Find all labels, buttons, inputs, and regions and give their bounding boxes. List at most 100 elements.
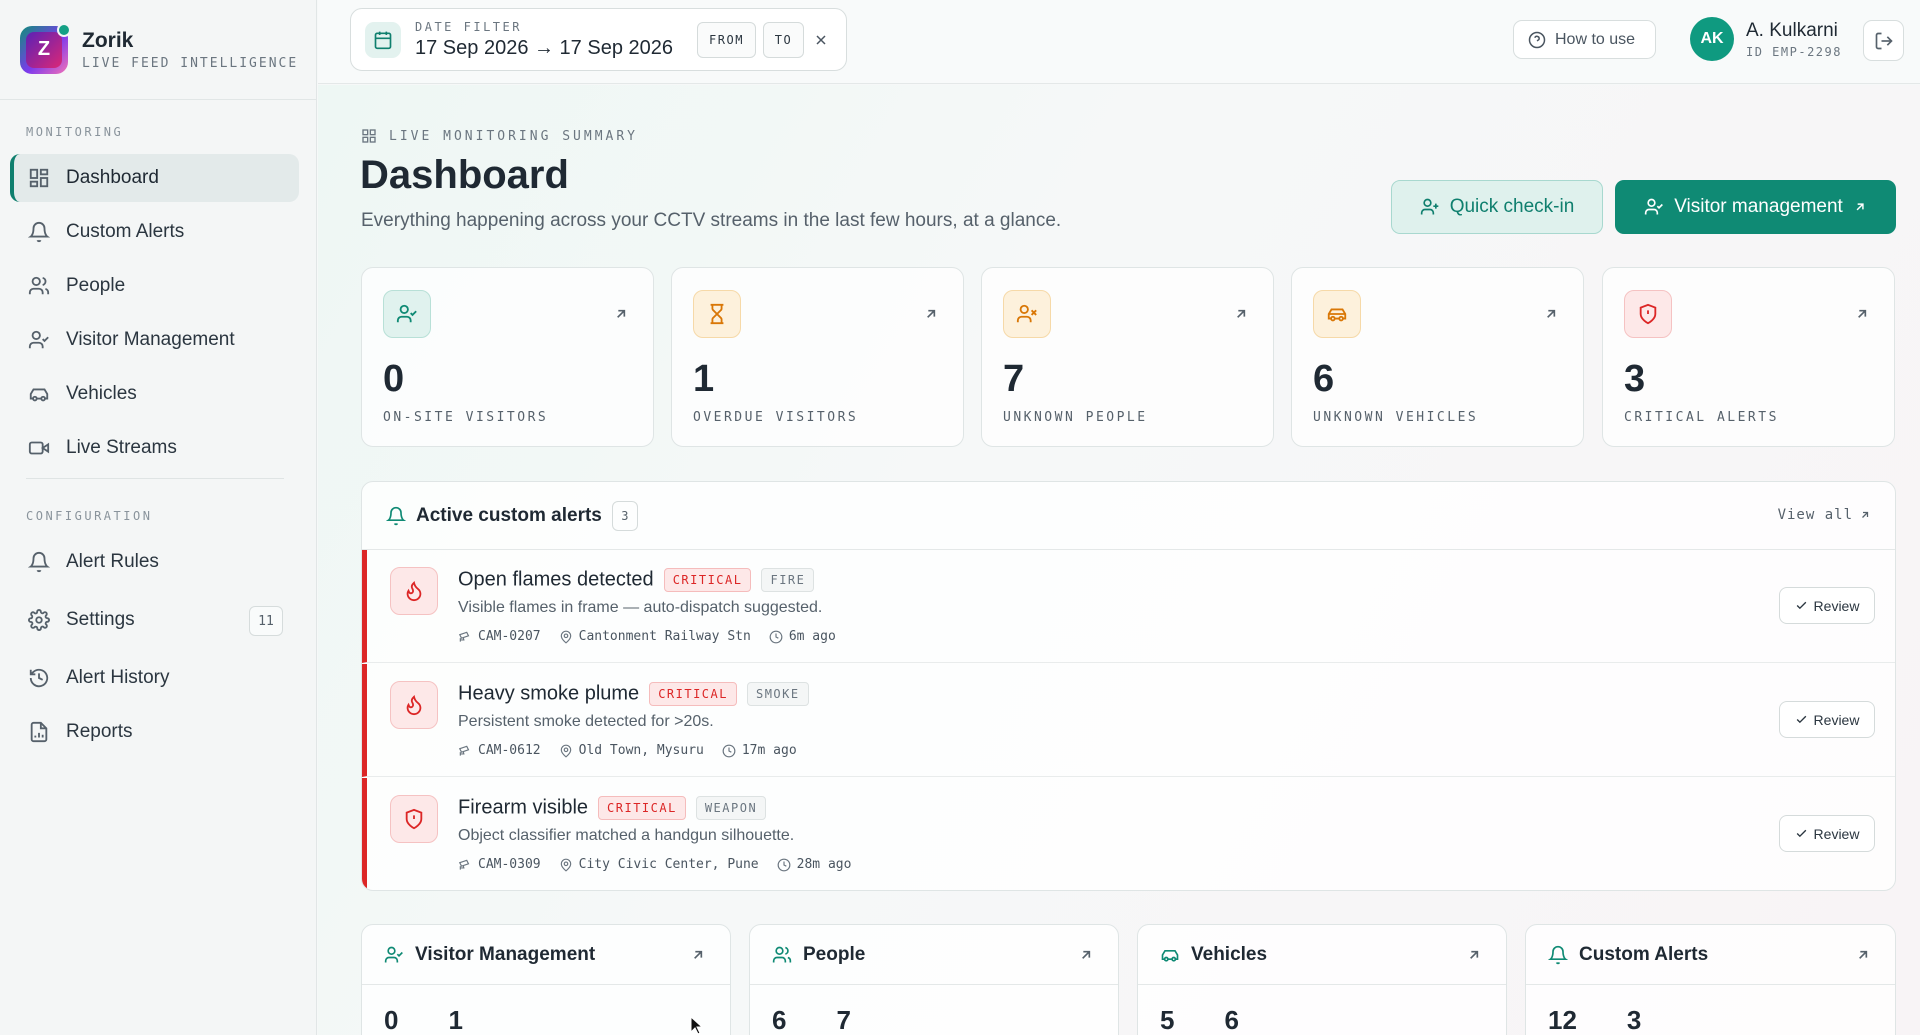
alert-time: 28m ago (796, 857, 852, 872)
from-button[interactable]: FROM (697, 22, 756, 58)
nav-divider (26, 478, 284, 479)
sidebar-item-vehicles[interactable]: Vehicles (10, 370, 299, 418)
card-number: 1 (448, 1005, 463, 1035)
nav-section-monitoring: MONITORING (26, 125, 124, 139)
summary-card-people[interactable]: People 6 7 (749, 924, 1119, 1035)
users-icon (772, 946, 792, 962)
main-content: LIVE MONITORING SUMMARY Dashboard Everyt… (318, 85, 1920, 1035)
card-numbers: 0 1 (384, 1005, 463, 1035)
sidebar-item-label: Alert Rules (66, 551, 159, 572)
card-header: Custom Alerts (1526, 925, 1895, 985)
view-all-link[interactable]: View all (1778, 507, 1871, 523)
nav-section-configuration: CONFIGURATION (26, 509, 153, 523)
date-filter[interactable]: DATE FILTER 17 Sep 2026 → 17 Sep 2026 FR… (350, 8, 847, 71)
card-numbers: 12 3 (1548, 1005, 1641, 1035)
quick-checkin-button[interactable]: Quick check-in (1391, 180, 1603, 234)
car-icon (29, 388, 49, 402)
arrow-up-right-icon (617, 309, 626, 318)
stat-label: UNKNOWN PEOPLE (1003, 410, 1148, 425)
alert-row[interactable]: Open flames detected CRITICAL FIRE Visible… (362, 550, 1895, 663)
card-header: Vehicles (1138, 925, 1506, 985)
card-title: Vehicles (1191, 943, 1268, 965)
close-icon[interactable] (813, 32, 829, 48)
clock-icon (769, 630, 783, 643)
logo-letter: Z (37, 38, 51, 60)
date-filter-label: DATE FILTER (415, 19, 522, 34)
review-button[interactable]: Review (1779, 701, 1875, 738)
sidebar-item-label: Custom Alerts (66, 221, 185, 242)
sidebar-item-label: Reports (66, 721, 133, 742)
sidebar-item-dashboard[interactable]: Dashboard (10, 154, 299, 202)
stat-card-critical-alerts[interactable]: 3 CRITICAL ALERTS (1602, 267, 1895, 447)
sidebar-item-live-streams[interactable]: Live Streams (10, 424, 299, 472)
clock-icon (777, 858, 791, 871)
users-icon (28, 276, 50, 295)
stat-value: 1 (693, 358, 715, 400)
gear-icon (28, 609, 50, 631)
check-icon (1796, 829, 1806, 838)
settings-count-badge: 11 (249, 606, 283, 636)
severity-badge: CRITICAL (649, 682, 737, 706)
arrow-up-right-icon (1237, 309, 1246, 318)
user-check-icon (384, 946, 403, 962)
how-to-use-label: How to use (1555, 30, 1636, 48)
sidebar-item-alert-rules[interactable]: Alert Rules (10, 538, 299, 586)
card-number: 6 (1224, 1005, 1239, 1035)
mouse-cursor-icon (690, 1016, 704, 1035)
stat-card-overdue-visitors[interactable]: 1 OVERDUE VISITORS (671, 267, 964, 447)
alert-location: Cantonment Railway Stn (578, 629, 751, 644)
sidebar-item-settings[interactable]: Settings 11 (10, 596, 299, 644)
stat-card-unknown-people[interactable]: 7 UNKNOWN PEOPLE (981, 267, 1274, 447)
car-icon (1161, 949, 1179, 962)
sidebar-item-custom-alerts[interactable]: Custom Alerts (10, 208, 299, 256)
visitor-management-button[interactable]: Visitor management (1615, 180, 1896, 234)
sidebar-item-alert-history[interactable]: Alert History (10, 654, 299, 702)
bell-icon (386, 506, 406, 525)
avatar: AK (1690, 17, 1734, 61)
summary-card-visitor-management[interactable]: Visitor Management 0 1 (361, 924, 731, 1035)
summary-card-custom-alerts[interactable]: Custom Alerts 12 3 (1525, 924, 1896, 1035)
view-all-label: View all (1777, 507, 1853, 523)
history-icon (29, 668, 49, 688)
card-number: 6 (772, 1005, 787, 1035)
how-to-use-button[interactable]: How to use (1513, 20, 1656, 59)
check-icon (1796, 601, 1806, 610)
stat-value: 6 (1313, 358, 1335, 400)
card-title: Custom Alerts (1579, 943, 1709, 965)
hourglass-icon (693, 290, 741, 338)
stat-card-onsite-visitors[interactable]: 0 ON-SITE VISITORS (361, 267, 654, 447)
flame-icon (390, 567, 438, 615)
review-button[interactable]: Review (1779, 587, 1875, 624)
user-check-icon (383, 290, 431, 338)
app-logo[interactable]: Z (20, 22, 71, 74)
review-button[interactable]: Review (1779, 815, 1875, 852)
stat-card-unknown-vehicles[interactable]: 6 UNKNOWN VEHICLES (1291, 267, 1584, 447)
brand-subtitle: LIVE FEED INTELLIGENCE (82, 55, 299, 71)
visitor-management-label: Visitor management (1674, 196, 1843, 217)
card-number: 7 (836, 1005, 851, 1035)
arrow-up-right-icon (1470, 950, 1479, 959)
to-button[interactable]: TO (763, 22, 804, 58)
stat-label: OVERDUE VISITORS (693, 410, 859, 425)
summary-card-vehicles[interactable]: Vehicles 5 6 (1137, 924, 1507, 1035)
stat-value: 3 (1624, 358, 1646, 400)
card-title: Visitor Management (415, 943, 596, 965)
cctv-icon (458, 859, 470, 870)
alert-location: Old Town, Mysuru (578, 743, 704, 758)
date-range-value: 17 Sep 2026 → 17 Sep 2026 (415, 36, 673, 59)
bell-icon (1548, 945, 1568, 964)
sidebar-item-label: Alert History (66, 667, 170, 688)
sidebar-item-people[interactable]: People (10, 262, 299, 310)
camera-id: CAM-0612 (478, 743, 541, 758)
user-name: A. Kulkarni (1746, 19, 1838, 41)
logout-button[interactable] (1863, 20, 1904, 61)
car-icon (1313, 290, 1361, 338)
sidebar-item-reports[interactable]: Reports (10, 708, 299, 756)
sidebar-item-visitor-management[interactable]: Visitor Management (10, 316, 299, 364)
alert-row[interactable]: Firearm visible CRITICAL WEAPON Object cla… (362, 778, 1895, 890)
user-check-icon (1645, 198, 1664, 215)
alert-row[interactable]: Heavy smoke plume CRITICAL SMOKE Persisten… (362, 664, 1895, 777)
arrow-up-right-icon (694, 950, 703, 959)
user-profile[interactable]: AK A. Kulkarni ID EMP-2298 (1690, 17, 1842, 61)
alert-title: Open flames detected (458, 568, 654, 591)
